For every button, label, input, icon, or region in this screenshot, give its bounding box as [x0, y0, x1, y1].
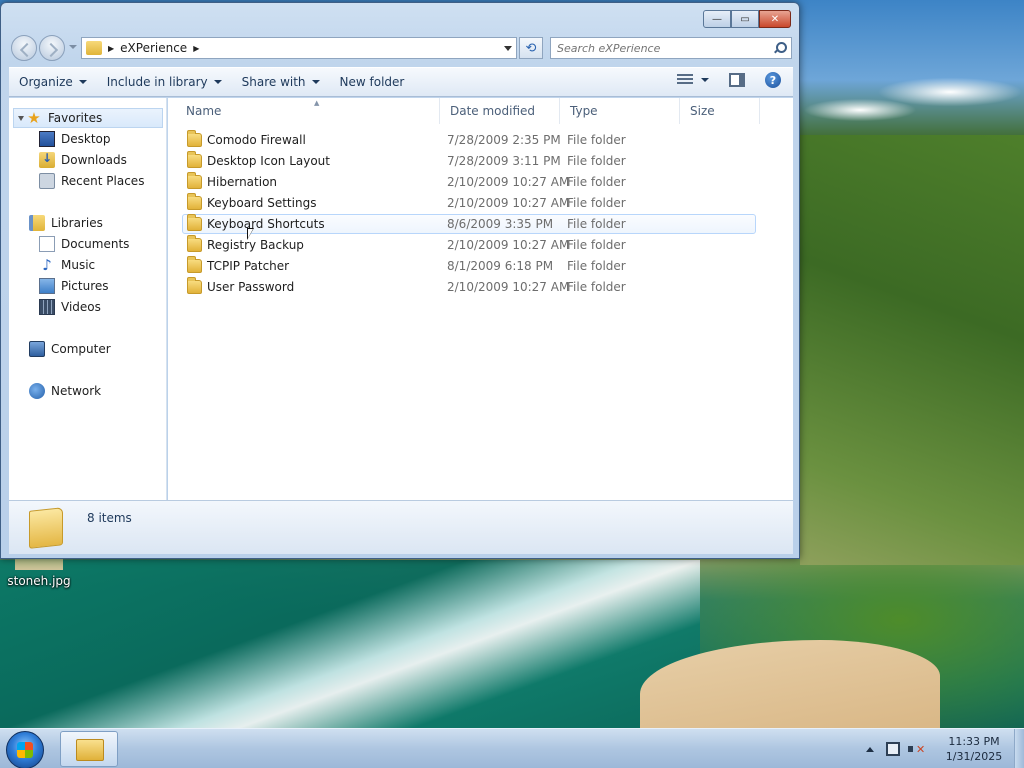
preview-pane-icon[interactable] — [729, 73, 745, 87]
pictures-icon — [39, 278, 55, 294]
column-header-size[interactable]: Size — [680, 98, 760, 124]
folder-icon — [187, 214, 202, 231]
change-view-icon[interactable] — [677, 74, 693, 86]
item-count: 8 items — [87, 511, 132, 525]
refresh-button[interactable]: ⟲ — [519, 37, 543, 59]
back-button[interactable] — [11, 35, 37, 61]
share-with-button[interactable]: Share with — [232, 70, 330, 94]
system-tray: ✕ 11:33 PM 1/31/2025 — [866, 729, 1024, 768]
chevron-right-icon[interactable]: ▶ — [108, 44, 114, 53]
recent-places-icon — [39, 173, 55, 189]
maximize-button[interactable]: ▭ — [731, 10, 759, 28]
network-status-icon[interactable] — [886, 742, 900, 756]
mouse-cursor-icon — [247, 228, 254, 240]
details-pane: 8 items — [9, 500, 793, 554]
nav-item-videos[interactable]: Videos — [39, 297, 101, 317]
star-icon: ★ — [27, 109, 41, 127]
table-row[interactable]: Comodo Firewall 7/28/2009 2:35 PM File f… — [182, 130, 756, 150]
nav-item-documents[interactable]: Documents — [39, 234, 129, 254]
address-history-dropdown[interactable] — [504, 46, 512, 51]
table-row[interactable]: Hibernation 2/10/2009 10:27 AM File fold… — [182, 172, 756, 192]
nav-item-pictures[interactable]: Pictures — [39, 276, 109, 296]
explorer-window: — ▭ ✕ ▶ eXPerience ▶ ⟲ Organize Include … — [0, 2, 800, 559]
clock-date: 1/31/2025 — [945, 750, 1003, 763]
address-bar[interactable]: ▶ eXPerience ▶ — [81, 37, 517, 59]
folder-icon — [187, 130, 202, 147]
table-row[interactable]: Registry Backup 2/10/2009 10:27 AM File … — [182, 235, 756, 255]
nav-item-desktop[interactable]: Desktop — [39, 129, 111, 149]
column-header-type[interactable]: Type — [560, 98, 680, 124]
forward-button[interactable] — [39, 35, 65, 61]
documents-icon — [39, 236, 55, 252]
caption-buttons: — ▭ ✕ — [703, 10, 791, 28]
new-folder-button[interactable]: New folder — [330, 70, 415, 94]
folder-icon — [86, 41, 102, 55]
nav-item-downloads[interactable]: Downloads — [39, 150, 127, 170]
search-input[interactable] — [551, 41, 771, 55]
organize-button[interactable]: Organize — [9, 70, 97, 94]
search-box[interactable] — [550, 37, 792, 59]
command-bar: Organize Include in library Share with N… — [9, 67, 793, 97]
music-note-icon: ♪ — [42, 256, 52, 274]
minimize-button[interactable]: — — [703, 10, 731, 28]
taskbar-explorer-button[interactable] — [60, 731, 118, 767]
nav-item-computer[interactable]: Computer — [29, 339, 111, 359]
navigation-bar: ▶ eXPerience ▶ ⟲ — [9, 33, 793, 61]
chevron-down-icon — [213, 80, 222, 84]
table-row[interactable]: User Password 2/10/2009 10:27 AM File fo… — [182, 277, 756, 297]
nav-item-network[interactable]: Network — [29, 381, 101, 401]
folder-icon — [187, 151, 202, 168]
file-list: Name ▲ Date modified Type Size Comodo Fi… — [168, 98, 793, 500]
chevron-down-icon — [78, 80, 87, 84]
nav-item-favorites[interactable]: ★ Favorites — [13, 108, 163, 128]
nav-item-recent-places[interactable]: Recent Places — [39, 171, 144, 191]
start-button[interactable] — [6, 731, 44, 768]
recent-pages-button[interactable] — [69, 45, 77, 49]
table-row[interactable]: TCPIP Patcher 8/1/2009 6:18 PM File fold… — [182, 256, 756, 276]
navigation-pane: ★ Favorites Desktop Downloads Recent Pla… — [9, 98, 167, 500]
table-row[interactable]: Desktop Icon Layout 7/28/2009 3:11 PM Fi… — [182, 151, 756, 171]
chevron-right-icon[interactable]: ▶ — [193, 44, 199, 53]
breadcrumb-item[interactable]: eXPerience — [120, 41, 187, 55]
folder-icon — [187, 172, 202, 189]
clock-time: 11:33 PM — [948, 735, 1000, 748]
libraries-icon — [29, 215, 45, 231]
search-icon[interactable] — [771, 40, 787, 56]
include-in-library-button[interactable]: Include in library — [97, 70, 232, 94]
nav-item-libraries[interactable]: Libraries — [29, 213, 103, 233]
expand-arrow-icon[interactable] — [18, 116, 24, 121]
film-strip-icon — [39, 299, 55, 315]
nav-item-music[interactable]: ♪ Music — [39, 255, 95, 275]
column-header-date-modified[interactable]: Date modified — [440, 98, 560, 124]
folder-icon — [187, 277, 202, 294]
view-options-dropdown[interactable] — [701, 78, 709, 82]
folder-icon — [187, 235, 202, 252]
volume-muted-icon[interactable]: ✕ — [908, 742, 925, 756]
help-icon[interactable]: ? — [765, 72, 781, 88]
desktop-icon — [39, 131, 55, 147]
table-row[interactable]: Keyboard Settings 2/10/2009 10:27 AM Fil… — [182, 193, 756, 213]
downloads-icon — [39, 151, 55, 168]
chevron-down-icon — [311, 80, 320, 84]
close-button[interactable]: ✕ — [759, 10, 791, 28]
sort-ascending-icon: ▲ — [314, 99, 320, 107]
clock[interactable]: 11:33 PM 1/31/2025 — [942, 734, 1006, 764]
folder-icon — [29, 507, 63, 549]
taskbar: ✕ 11:33 PM 1/31/2025 — [0, 728, 1024, 768]
show-hidden-icons-icon[interactable] — [866, 746, 874, 752]
column-header-name[interactable]: Name ▲ — [176, 98, 440, 124]
table-row-hovered[interactable]: Keyboard Shortcuts 8/6/2009 3:35 PM File… — [182, 214, 756, 234]
folder-icon — [76, 739, 104, 761]
show-desktop-button[interactable] — [1014, 729, 1024, 768]
folder-icon — [187, 256, 202, 273]
network-icon — [29, 383, 45, 399]
desktop-file-label: stoneh.jpg — [7, 574, 71, 588]
computer-icon — [29, 341, 45, 357]
folder-icon — [187, 193, 202, 210]
